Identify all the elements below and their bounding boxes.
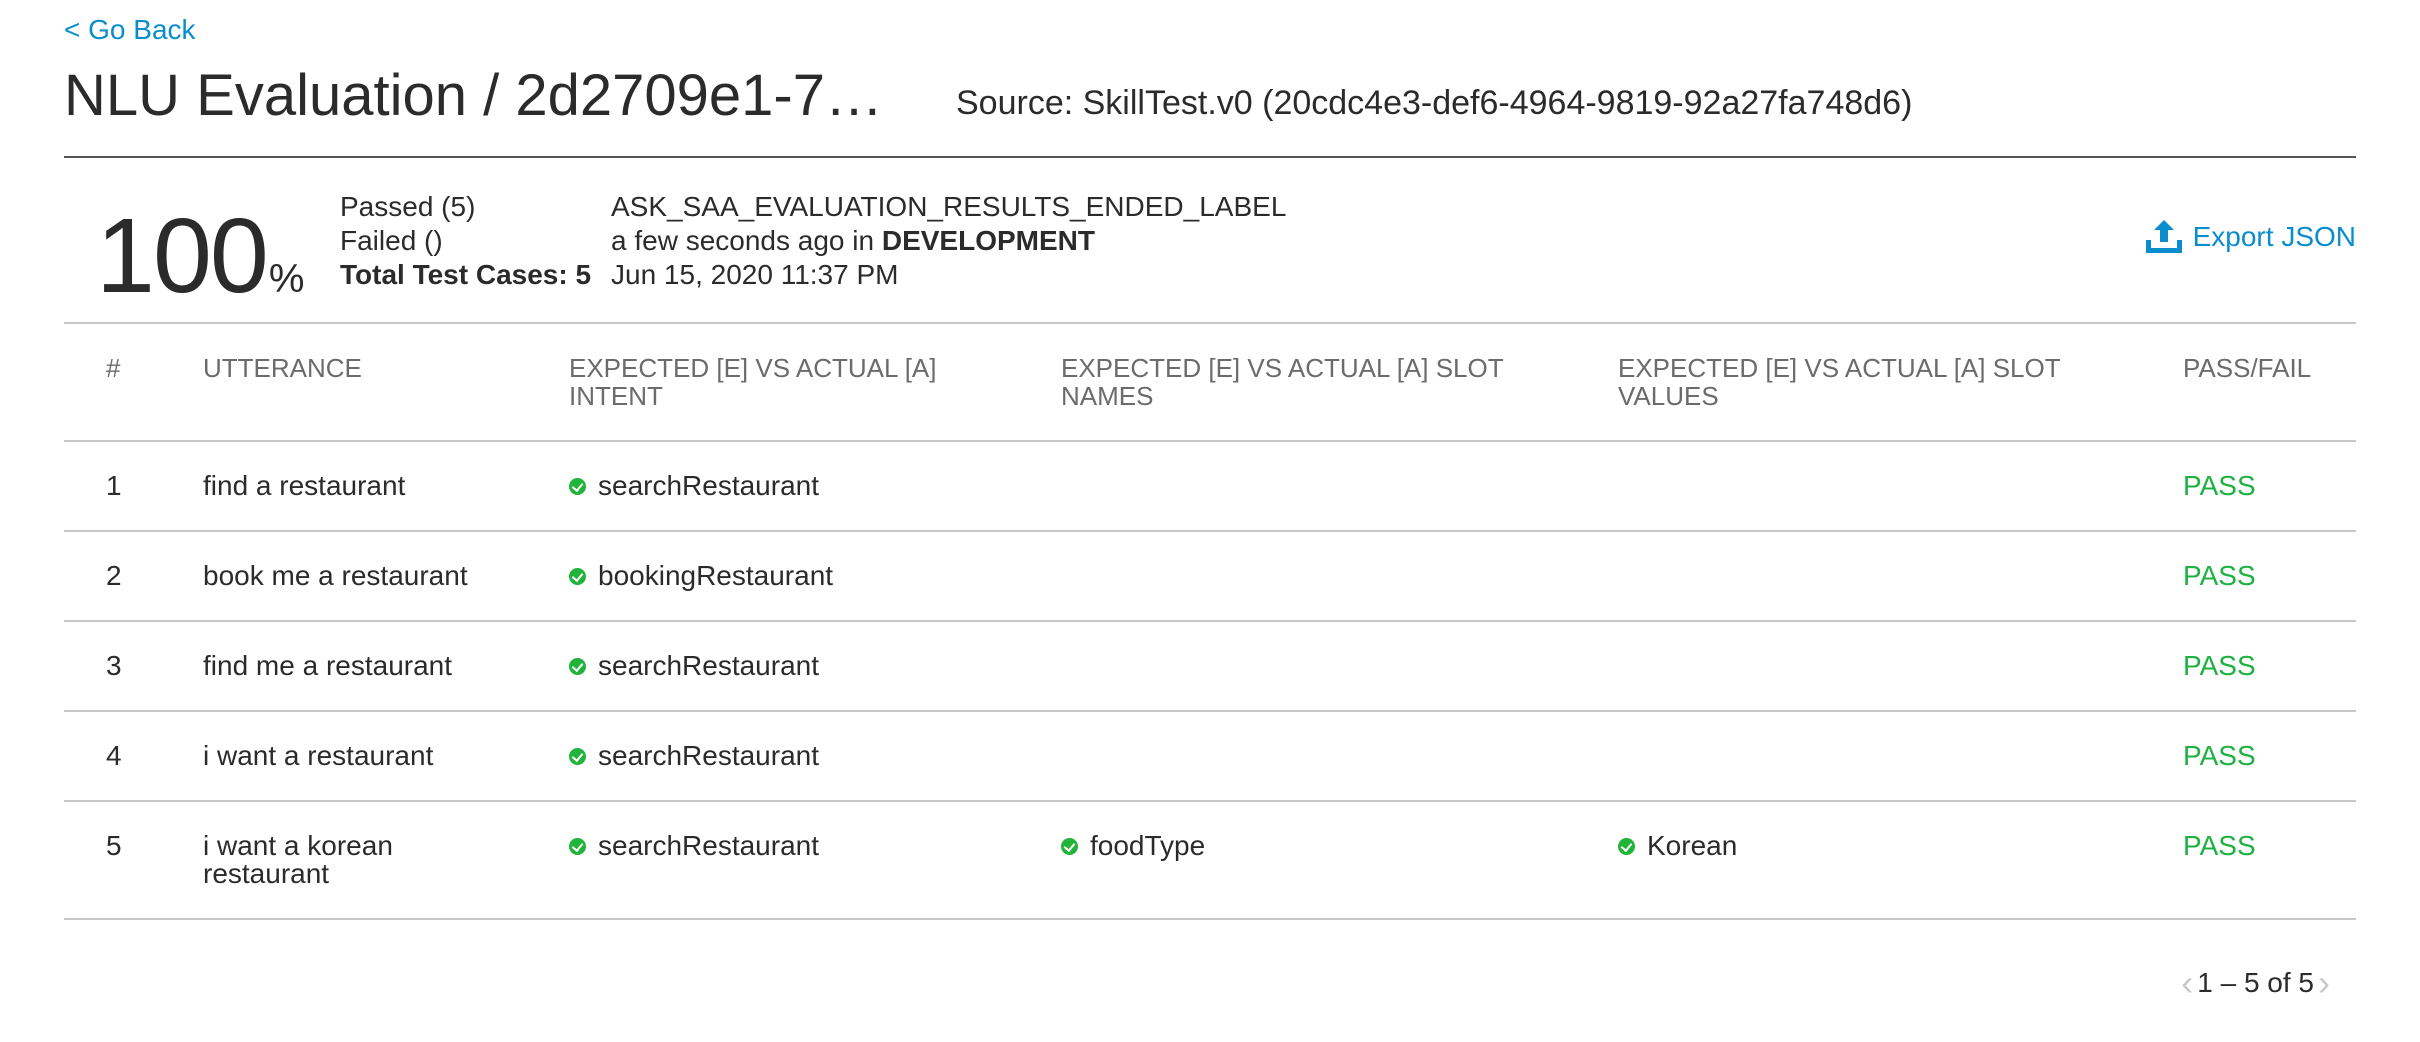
pass-percentage: 100% (96, 196, 304, 317)
pass-fail-cell: PASS (2183, 650, 2256, 681)
pass-fail-cell: PASS (2183, 740, 2256, 771)
utterance-cell: book me a restaurant (203, 560, 468, 591)
column-header-intent: EXPECTED [E] VS ACTUAL [A] INTENT (569, 353, 937, 411)
evaluation-page: < Go Back NLU Evaluation / 2d2709e1-7… S… (0, 0, 2420, 1042)
evaluation-meta: ASK_SAA_EVALUATION_RESULTS_ENDED_LABEL a… (611, 190, 1286, 292)
summary-divider (64, 322, 2356, 324)
pass-fail-cell: PASS (2183, 830, 2256, 861)
pagination: ‹ 1 – 5 of 5 › (2181, 962, 2330, 1004)
row-divider (64, 800, 2356, 802)
table-header-divider (64, 440, 2356, 442)
row-divider (64, 620, 2356, 622)
upload-icon (2145, 220, 2182, 253)
pagination-label: 1 – 5 of 5 (2197, 967, 2314, 998)
total-test-cases: Total Test Cases: 5 (340, 259, 592, 290)
check-icon (569, 747, 586, 765)
passed-count: Passed (5) (340, 191, 476, 222)
row-number: 4 (106, 740, 122, 771)
status-label: ASK_SAA_EVALUATION_RESULTS_ENDED_LABEL (611, 191, 1287, 222)
run-date: Jun 15, 2020 11:37 PM (611, 259, 899, 290)
pass-fail-cell: PASS (2183, 560, 2256, 591)
check-icon (1618, 837, 1635, 855)
check-icon (569, 837, 586, 855)
go-back-link[interactable]: < Go Back (64, 14, 196, 46)
row-number: 2 (106, 560, 122, 591)
row-number: 5 (106, 830, 122, 861)
column-header-pass-fail: PASS/FAIL (2183, 353, 2312, 383)
column-header-slot-values: EXPECTED [E] VS ACTUAL [A] SLOT VALUES (1618, 353, 2061, 411)
column-header-slot-names: EXPECTED [E] VS ACTUAL [A] SLOT NAMES (1061, 353, 1504, 411)
slot-value-cell: Korean (1618, 832, 1737, 860)
intent-cell: searchRestaurant (569, 652, 819, 680)
chevron-left-icon[interactable]: ‹ (2181, 962, 2193, 1004)
utterance-cell: i want a restaurant (203, 740, 434, 771)
check-icon (1061, 837, 1078, 855)
utterance-cell: i want a korean restaurant (203, 830, 393, 889)
percent-sign: % (268, 257, 305, 301)
page-title: NLU Evaluation / 2d2709e1-7… (64, 63, 883, 128)
source-label: Source: SkillTest.v0 (20cdc4e3-def6-4964… (956, 84, 1913, 122)
pass-fail-cell: PASS (2183, 470, 2256, 501)
check-icon (569, 567, 586, 585)
summary-stats: Passed (5) Failed () Total Test Cases: 5 (340, 190, 591, 292)
check-icon (569, 657, 586, 675)
intent-cell: searchRestaurant (569, 472, 819, 500)
environment-label: DEVELOPMENT (881, 225, 1095, 256)
export-json-label: Export JSON (2192, 221, 2356, 252)
row-number: 3 (106, 650, 122, 681)
run-time: a few seconds ago in DEVELOPMENT (611, 225, 1095, 256)
failed-count: Failed () (340, 225, 443, 256)
table-bottom-divider (64, 918, 2356, 920)
intent-cell: bookingRestaurant (569, 562, 833, 590)
export-json-button[interactable]: Export JSON (2143, 218, 2356, 256)
header-divider (64, 156, 2356, 158)
check-icon (569, 477, 586, 495)
row-divider (64, 710, 2356, 712)
slot-name-cell: foodType (1061, 832, 1205, 860)
chevron-right-icon[interactable]: › (2318, 962, 2330, 1004)
column-header-utterance: UTTERANCE (203, 353, 362, 383)
row-divider (64, 530, 2356, 532)
intent-cell: searchRestaurant (569, 832, 819, 860)
utterance-cell: find me a restaurant (203, 650, 453, 681)
intent-cell: searchRestaurant (569, 742, 819, 770)
column-header-num: # (106, 353, 121, 383)
utterance-cell: find a restaurant (203, 470, 406, 501)
percentage-value: 100 (96, 197, 269, 315)
row-number: 1 (106, 470, 122, 501)
